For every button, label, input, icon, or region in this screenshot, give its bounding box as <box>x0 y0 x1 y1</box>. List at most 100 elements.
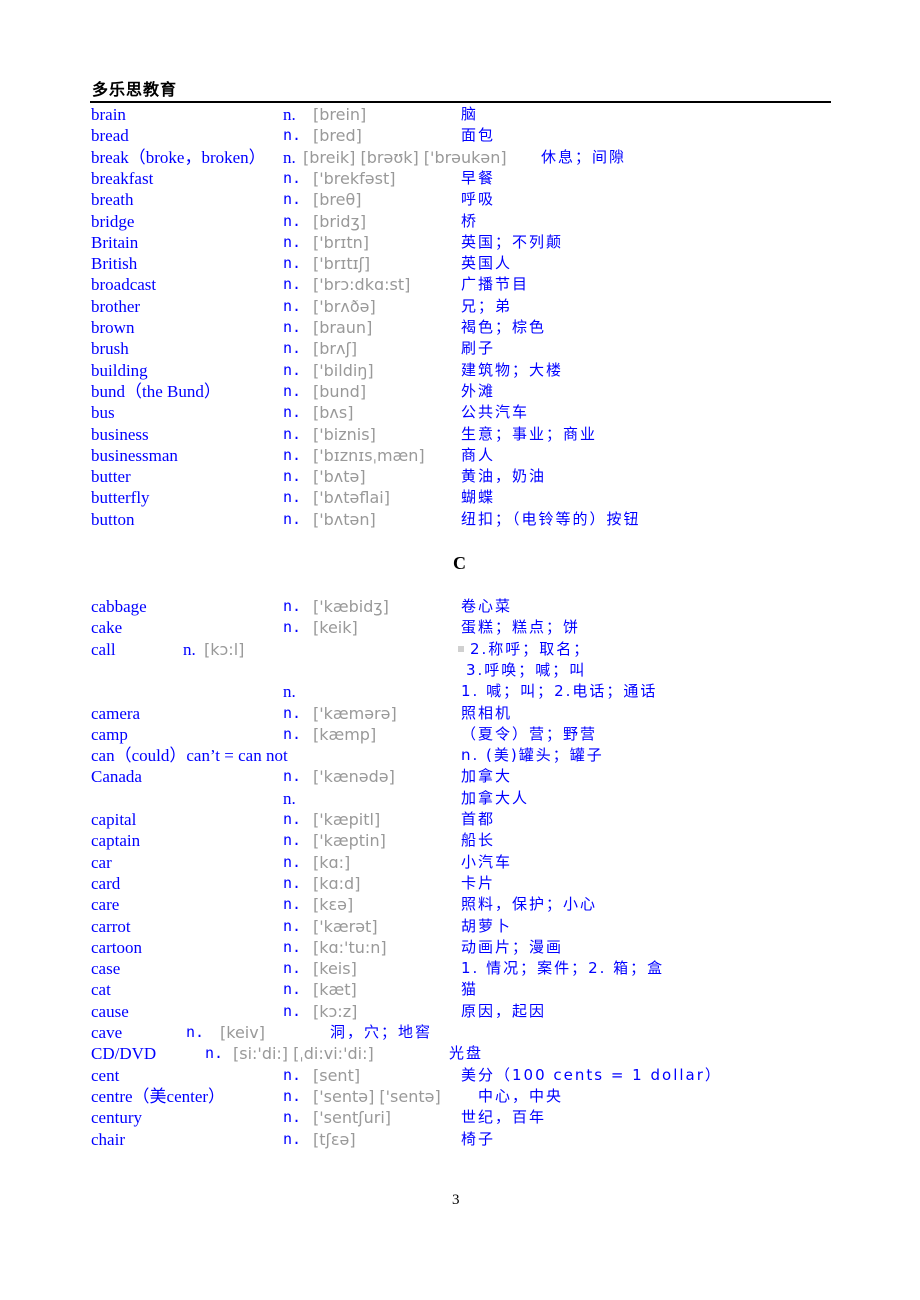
entry-meaning: 生意；事业；商业 <box>461 424 597 445</box>
entry-meaning-text: 1. 情况；案件；2. 箱；盒 <box>461 959 665 978</box>
entry-part-of-speech: n. <box>283 424 302 443</box>
entry-word: brown <box>91 318 135 337</box>
entry-meaning: 建筑物；大楼 <box>461 360 563 381</box>
entry-meaning-text: 原因，起因 <box>461 1001 547 1020</box>
entry-word: brother <box>91 296 141 316</box>
entry-meaning-text: 猫 <box>461 980 479 999</box>
entry-part-of-speech: n. <box>283 190 302 209</box>
vocab-entry: butter n. ['bʌtə] 黄油，奶油 <box>0 466 920 487</box>
entry-meaning: 照料，保护；小心 <box>461 894 597 915</box>
vocab-entry: cabbage n. ['kæbidʒ] 卷心菜 <box>0 596 920 617</box>
vocab-entry: bus n. [bʌs] 公共汽车 <box>0 402 920 423</box>
entry-part-of-speech: n. <box>283 895 302 914</box>
entry-meaning: 中心，中央 <box>478 1086 563 1107</box>
entry-word: butterfly <box>91 488 150 508</box>
vocab-entry: break（broke，broken） n. [breik] [brəʊk] ['b… <box>0 147 920 168</box>
entry-phonetic: ['sentə] ['sentə] <box>313 1086 441 1106</box>
entry-meaning-text: 蛋糕；糕点；饼 <box>461 618 581 637</box>
entry-part-of-speech: n. <box>283 810 302 828</box>
entry-part-of-speech: n. <box>283 682 296 702</box>
entry-phonetic: [breik] [brəʊk] ['brəukən] <box>303 147 507 167</box>
entry-phonetic: ['brʌðə] <box>313 296 376 316</box>
entry-meaning: 英国人 <box>461 253 512 274</box>
entry-word: building <box>91 360 148 380</box>
entry-word: card <box>91 873 121 893</box>
vocab-entry: care n. [kɛə] 照料，保护；小心 <box>0 894 920 915</box>
entry-meaning-text: 加拿大 <box>461 767 513 786</box>
entry-meaning-text: n. (美)罐头；罐子 <box>461 746 604 765</box>
entry-phonetic: [bred] <box>313 126 362 146</box>
entry-word: camera <box>91 703 141 723</box>
entry-meaning-text: 早餐 <box>461 168 496 187</box>
vocab-entry: n. 1. 喊；叫；2.电话；通话 <box>0 681 920 702</box>
entry-phonetic: [kɔ:z] <box>313 1001 358 1021</box>
entry-meaning-text: 英国人 <box>461 254 513 273</box>
entry-meaning: 洞，穴；地窖 <box>330 1022 432 1043</box>
vocab-entry: card n. [kɑ:d] 卡片 <box>0 873 920 894</box>
entry-part-of-speech: n. <box>283 1129 302 1148</box>
entry-word: break（broke，broken） <box>91 147 266 167</box>
entry-meaning: 美分（100 cents = 1 dollar） <box>461 1065 722 1086</box>
entry-word: cave <box>91 1023 123 1042</box>
entry-part-of-speech: n. <box>283 1001 302 1020</box>
entry-meaning-text: （夏令）营；野营 <box>461 724 598 743</box>
entry-word: cabbage <box>91 597 147 616</box>
entry-meaning-text: 首都 <box>461 810 496 828</box>
entry-phonetic: [kæmp] <box>313 724 377 744</box>
entry-word: Canada <box>91 767 142 787</box>
vocab-entry: captain n. ['kæptin] 船长 <box>0 830 920 851</box>
entry-phonetic: ['kæbidʒ] <box>313 597 389 616</box>
entry-word: bund（the Bund） <box>91 381 221 401</box>
entry-part-of-speech: n. <box>283 275 302 294</box>
entry-meaning: 广播节目 <box>461 274 529 295</box>
entry-phonetic: ['bʌtən] <box>313 509 376 529</box>
entry-meaning-text: 面包 <box>461 126 496 145</box>
entry-meaning: 桥 <box>461 211 478 232</box>
header-divider <box>90 101 831 103</box>
entry-meaning-text: 2.称呼；取名； <box>470 639 591 658</box>
entry-part-of-speech: n. <box>283 360 302 379</box>
entry-meaning-text: 光盘 <box>449 1044 484 1063</box>
entry-word: cause <box>91 1001 129 1021</box>
entry-meaning: 兄；弟 <box>461 296 512 317</box>
entry-part-of-speech: n. <box>283 1065 302 1084</box>
entry-part-of-speech: n. <box>283 852 302 871</box>
entry-meaning: n. (美)罐头；罐子 <box>461 745 604 766</box>
entry-word: bread <box>91 126 129 146</box>
entry-meaning-text: 兄；弟 <box>461 296 513 315</box>
entry-meaning-text: 卷心菜 <box>461 597 513 615</box>
entry-meaning: 外滩 <box>461 381 495 402</box>
entry-meaning-text: 3.呼唤；喊；叫 <box>466 660 587 679</box>
entry-meaning: 蝴蝶 <box>461 487 495 508</box>
entry-meaning-text: 1. 喊；叫；2.电话；通话 <box>461 682 658 701</box>
vocab-entry: brain n. [brein] 脑 <box>0 104 920 125</box>
entry-phonetic: [bund] <box>313 381 367 401</box>
entry-meaning: 加拿大人 <box>461 788 529 809</box>
entry-part-of-speech: n. <box>283 767 302 786</box>
entry-part-of-speech: n. <box>283 873 302 892</box>
entry-word: case <box>91 959 121 979</box>
entry-word: British <box>91 254 138 274</box>
entry-part-of-speech: n. <box>283 211 302 230</box>
entry-part-of-speech: n. <box>186 1023 205 1041</box>
entry-meaning-text: 商人 <box>461 445 496 464</box>
entry-meaning: 光盘 <box>449 1043 483 1064</box>
vocab-entry: bread n. [bred] 面包 <box>0 125 920 146</box>
vocab-entry: call n. [kɔ:l] 2.称呼；取名； <box>0 639 920 660</box>
entry-word: butter <box>91 467 131 487</box>
entry-part-of-speech: n. <box>283 403 302 422</box>
entry-phonetic: ['kæptin] <box>313 831 386 851</box>
entry-phonetic: [bʌs] <box>313 403 354 423</box>
entry-meaning-text: 褐色；棕色 <box>461 318 547 336</box>
entry-meaning-text: 纽扣；（电铃等的）按钮 <box>461 509 641 528</box>
entry-word: bridge <box>91 211 135 231</box>
entry-meaning: 猫 <box>461 979 478 1000</box>
entry-meaning-text: 小汽车 <box>461 852 513 871</box>
entry-meaning-text: 脑 <box>461 105 479 123</box>
list-bullet-icon <box>458 646 464 653</box>
entry-word: care <box>91 895 120 915</box>
entry-part-of-speech: n. <box>283 232 302 251</box>
entry-meaning: 英国；不列颠 <box>461 232 563 253</box>
entry-meaning-text: 世纪，百年 <box>461 1108 547 1127</box>
vocab-entry: cent n. [sent] 美分（100 cents = 1 dollar） <box>0 1065 920 1086</box>
